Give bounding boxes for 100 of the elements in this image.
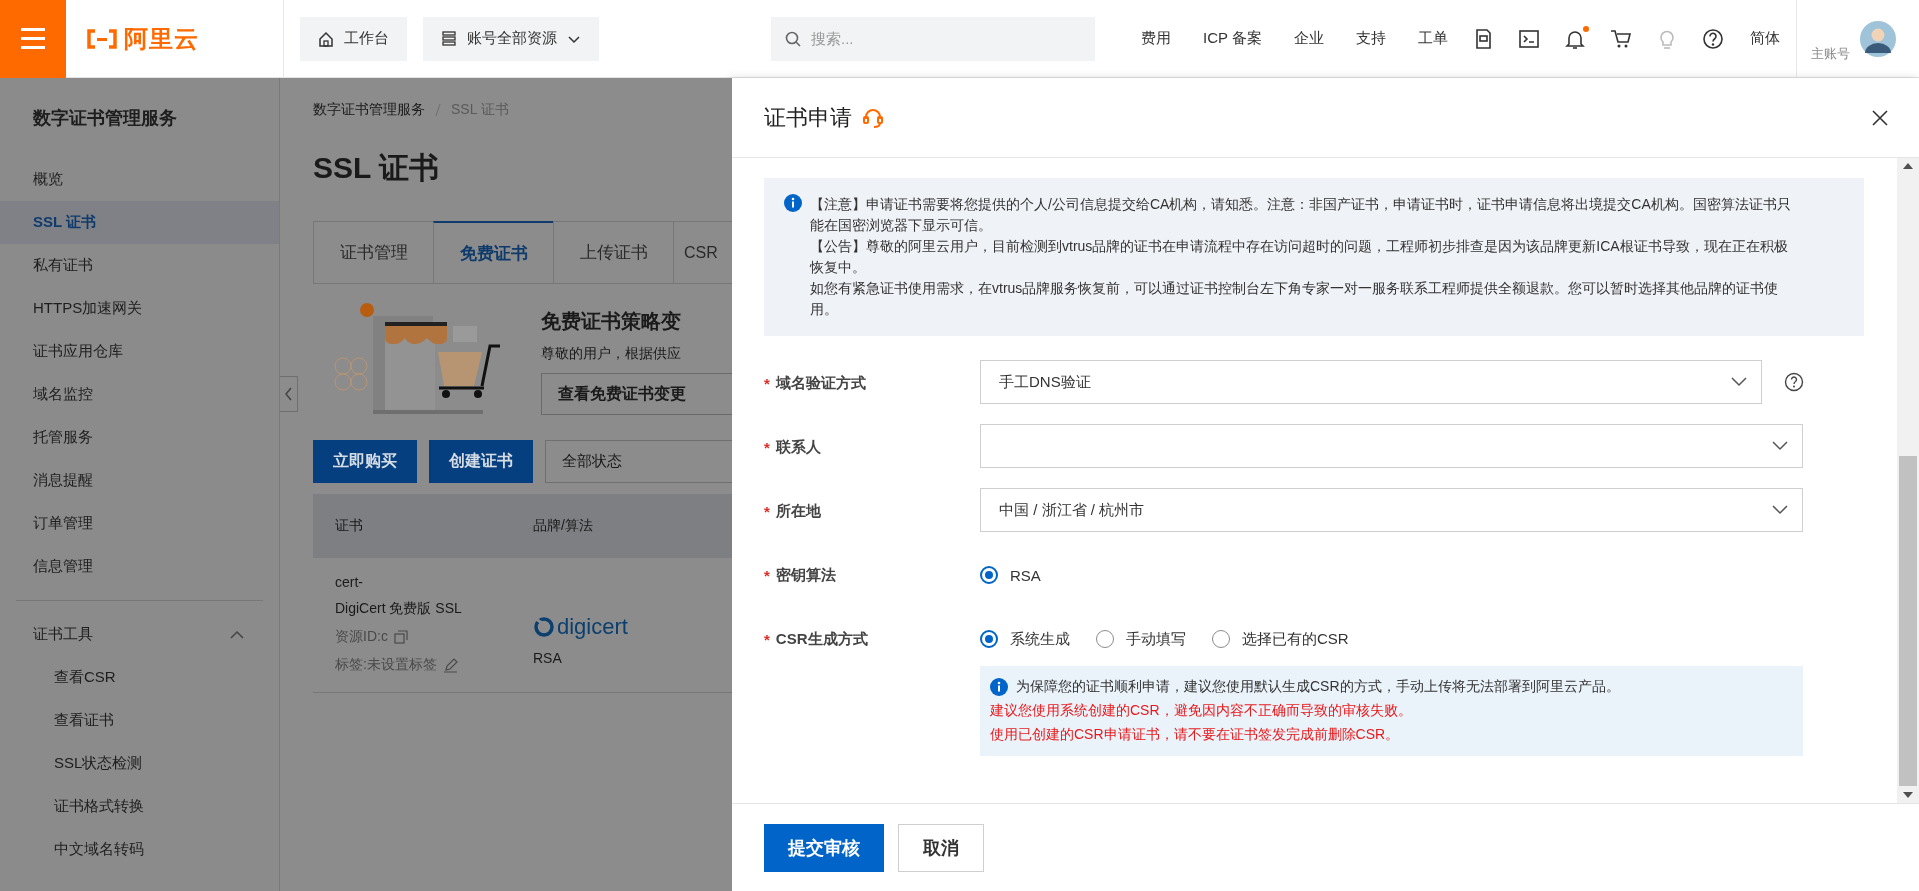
required-mark: * xyxy=(764,374,770,392)
chevron-icon[interactable] xyxy=(229,628,245,641)
nav-link[interactable]: ICP 备案 xyxy=(1187,29,1278,48)
help-icon[interactable] xyxy=(1784,372,1804,392)
language-link[interactable]: 简体 xyxy=(1749,29,1780,48)
warning-text: 使用已创建的CSR申请证书，请不要在证书签发完成前删除CSR。 xyxy=(990,726,1401,744)
tab[interactable]: CSR xyxy=(673,221,732,284)
help-icon[interactable] xyxy=(1701,27,1724,50)
select-field[interactable]: 手工DNS验证 xyxy=(980,360,1762,404)
scroll-down-icon xyxy=(1902,791,1914,799)
notification-dot xyxy=(1582,25,1589,32)
field-label: 所在地 xyxy=(775,501,821,521)
scrollbar[interactable] xyxy=(1897,158,1919,803)
create-button[interactable]: 创建证书 xyxy=(429,440,533,483)
collapse-handle[interactable] xyxy=(280,376,298,412)
chevron-down-icon xyxy=(1731,377,1747,387)
avatar[interactable] xyxy=(1859,20,1896,57)
resource-scope-dropdown[interactable]: 账号全部资源 xyxy=(423,16,599,61)
cert-product: DigiCert 免费版 SSL xyxy=(335,600,463,618)
sidebar-item[interactable]: 私有证书 xyxy=(0,244,279,287)
tab[interactable]: 免费证书 xyxy=(433,221,553,284)
sidebar-title: 数字证书管理服务 xyxy=(32,107,178,130)
copy-icon[interactable] xyxy=(393,630,408,644)
select-field[interactable]: 中国 / 浙江省 / 杭州市 xyxy=(980,488,1803,532)
field-label: 联系人 xyxy=(775,437,821,457)
cert-name[interactable]: cert- xyxy=(335,574,533,590)
notice-paragraph: 如您有紧急证书使用需求，在vtrus品牌服务恢复前，可以通过证书控制台左下角专家一对一服务联系工程师提供全额退款。您可以暂时选择其他品牌的证书使用。 xyxy=(810,279,1780,319)
submit-button[interactable]: 提交审核 xyxy=(764,823,884,872)
sidebar-item[interactable]: 订单管理 xyxy=(0,502,279,545)
warning-text: 建议您使用系统创建的CSR，避免因内容不正确而导致的审核失败。 xyxy=(990,702,1413,720)
menu-icon xyxy=(21,28,45,49)
column-header: 品牌/算法 xyxy=(533,517,593,535)
notice-paragraph: 【公告】尊敬的阿里云用户，目前检测到vtrus品牌的证书在申请流程中存在访问超时的问题，工程师初步排查是因为该品牌更新ICA根证书导致，现在正在积极恢复中。 xyxy=(810,237,1789,277)
bracket-logo-icon xyxy=(86,27,118,50)
tab[interactable]: 证书管理 xyxy=(313,221,433,284)
nav-link[interactable]: 工单 xyxy=(1401,29,1464,48)
sidebar-subitem[interactable]: 证书格式转换 xyxy=(0,785,279,828)
sidebar-subitem[interactable]: 查看证书 xyxy=(0,699,279,742)
radio-label[interactable]: 选择已有的CSR xyxy=(1242,629,1349,649)
nav-link[interactable]: 企业 xyxy=(1277,29,1340,48)
page-title: SSL 证书 xyxy=(313,149,441,186)
sidebar-subitem[interactable]: SSL状态检测 xyxy=(0,742,279,785)
radio-label[interactable]: 系统生成 xyxy=(1010,629,1070,649)
sidebar-item[interactable]: 域名监控 xyxy=(0,373,279,416)
close-button[interactable] xyxy=(1871,108,1889,127)
cancel-button[interactable]: 取消 xyxy=(898,823,984,872)
algorithm: RSA xyxy=(533,650,563,666)
breadcrumb-link[interactable]: 数字证书管理服务 xyxy=(313,101,425,119)
home-icon xyxy=(318,30,334,47)
sidebar-item[interactable]: 信息管理 xyxy=(0,545,279,588)
logo-text[interactable]: 阿里云 xyxy=(124,22,199,55)
stack-icon xyxy=(441,30,457,47)
select-field[interactable] xyxy=(980,424,1803,468)
sidebar-item[interactable]: 消息提醒 xyxy=(0,459,279,502)
field-label: 密钥算法 xyxy=(775,565,836,585)
sidebar-item[interactable]: 证书应用仓库 xyxy=(0,330,279,373)
radio-label[interactable]: RSA xyxy=(1010,566,1041,584)
tag-label: 标签:未设置标签 xyxy=(335,656,437,674)
search-icon xyxy=(785,30,801,47)
edit-icon[interactable] xyxy=(442,657,458,673)
sidebar-group-label[interactable]: 证书工具 xyxy=(33,625,93,644)
terminal-icon[interactable] xyxy=(1517,27,1540,50)
resource-id: 资源ID:c xyxy=(335,628,388,646)
buy-button[interactable]: 立即购买 xyxy=(313,440,417,483)
status-filter-select[interactable]: 全部状态 xyxy=(545,440,732,483)
radio-button[interactable] xyxy=(980,630,998,648)
required-mark: * xyxy=(764,438,770,456)
menu-button[interactable] xyxy=(0,0,66,78)
chevron-left-icon xyxy=(284,387,293,401)
required-mark: * xyxy=(764,502,770,520)
column-header: 证书 xyxy=(334,517,364,535)
notice-paragraph: 【注意】申请证书需要将您提供的个人/公司信息提交给CA机构，请知悉。注意：非国产证书，申请证书时，证书申请信息将出境提交CA机构。国密算法证书只能在国密浏览器下显示可信。 xyxy=(810,195,1792,235)
sidebar-item[interactable]: SSL 证书 xyxy=(0,201,279,244)
search-field[interactable]: 搜索... xyxy=(771,16,1095,61)
field-label: CSR生成方式 xyxy=(775,629,868,649)
chevron-down-icon xyxy=(1772,505,1788,515)
nav-link[interactable]: 费用 xyxy=(1125,29,1187,48)
drawer-title: 证书申请 xyxy=(764,103,852,132)
sidebar-subitem[interactable]: 中文域名转码 xyxy=(0,828,279,871)
radio-button[interactable] xyxy=(980,566,998,584)
brand-name: digicert xyxy=(557,614,628,640)
tab[interactable]: 上传证书 xyxy=(553,221,673,284)
sidebar-item[interactable]: 托管服务 xyxy=(0,416,279,459)
promo-text: 尊敬的用户，根据供应 xyxy=(541,345,682,363)
workbench-button[interactable]: 工作台 xyxy=(300,16,407,61)
close-icon xyxy=(1871,108,1889,127)
nav-link[interactable]: 支持 xyxy=(1339,29,1402,48)
info-icon xyxy=(990,678,1008,696)
radio-label[interactable]: 手动填写 xyxy=(1126,629,1186,649)
tip-text: 为保障您的证书顺利申请，建议您使用默认生成CSR的方式，手动上传将无法部署到阿里云产品。 xyxy=(1016,678,1620,696)
breadcrumb-separator-icon xyxy=(435,103,441,117)
sidebar-item[interactable]: HTTPS加速网关 xyxy=(0,287,279,330)
ring-icon xyxy=(533,615,555,639)
sidebar-subitem[interactable]: 查看CSR xyxy=(0,656,279,699)
required-mark: * xyxy=(764,630,770,648)
promo-button[interactable]: 查看免费证书变更 xyxy=(541,373,732,415)
cart-icon[interactable] xyxy=(1609,27,1632,50)
sidebar-item[interactable]: 概览 xyxy=(0,158,279,201)
account-type: 主账号 xyxy=(1810,44,1850,63)
info-icon xyxy=(784,194,802,212)
